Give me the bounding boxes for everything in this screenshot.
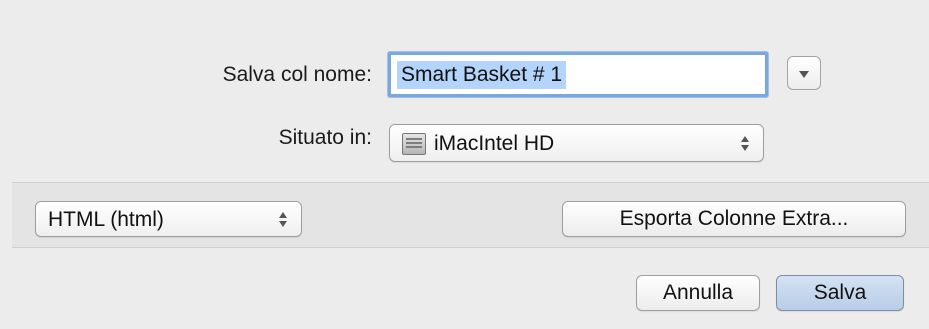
format-popup[interactable]: HTML (html) (35, 201, 302, 237)
popup-arrows-icon (279, 212, 289, 228)
cancel-button[interactable]: Annulla (636, 275, 760, 311)
location-value: iMacIntel HD (434, 132, 555, 155)
expand-dialog-button[interactable] (787, 56, 821, 90)
popup-arrows-icon (741, 136, 751, 152)
save-as-label: Salva col nome: (222, 63, 372, 86)
format-value: HTML (html) (48, 208, 164, 231)
save-as-name-value[interactable]: Smart Basket # 1 (397, 61, 567, 89)
location-popup[interactable]: iMacIntel HD (389, 124, 764, 162)
save-dialog: Salva col nome: Smart Basket # 1 Situato… (0, 0, 929, 329)
save-as-name-field[interactable]: Smart Basket # 1 (388, 52, 768, 97)
save-button[interactable]: Salva (776, 275, 904, 311)
hard-drive-icon (402, 133, 426, 155)
disclosure-triangle-icon (799, 71, 809, 78)
location-label: Situato in: (278, 126, 372, 149)
export-extra-columns-button[interactable]: Esporta Colonne Extra... (562, 201, 906, 237)
